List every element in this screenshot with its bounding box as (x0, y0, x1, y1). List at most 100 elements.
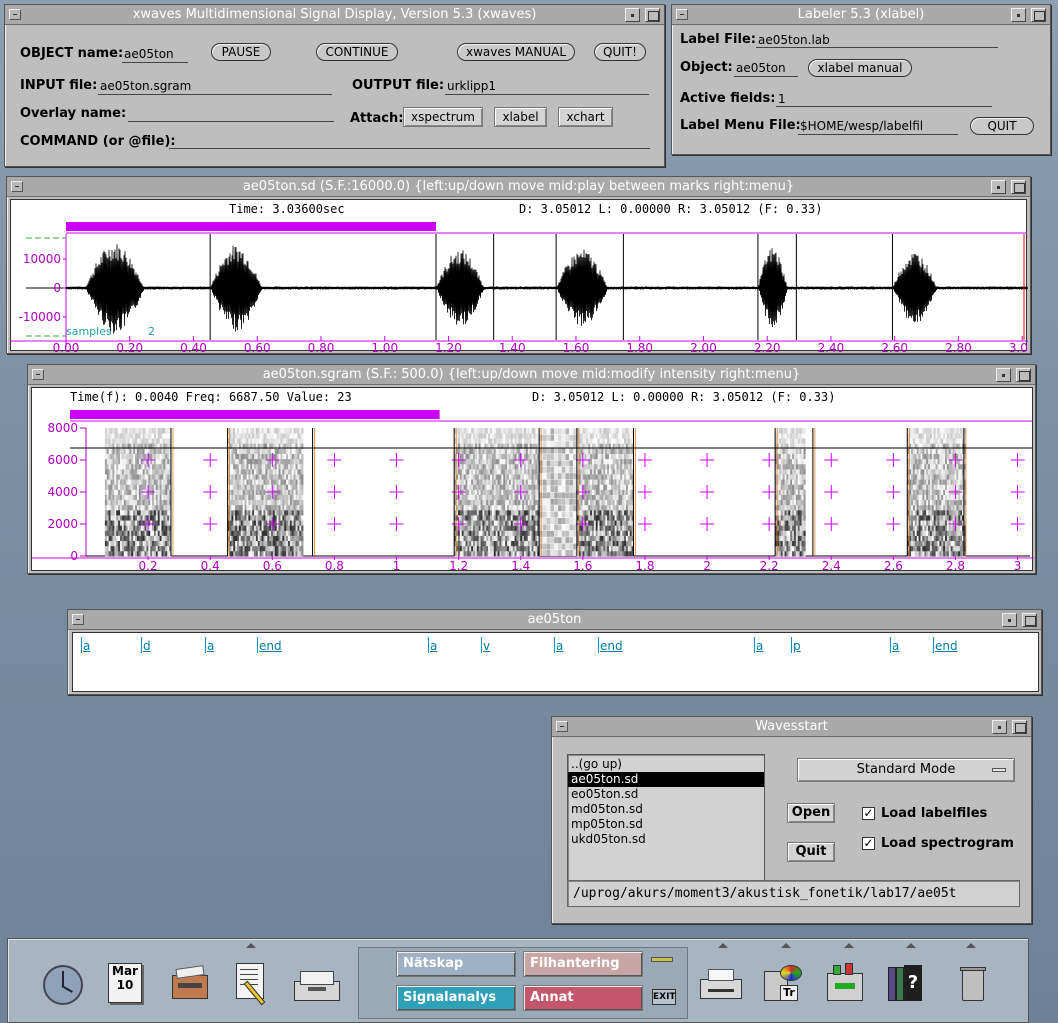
spectrogram-cell (248, 484, 251, 490)
spectrogram-cell (140, 525, 143, 531)
spectrogram-cell (465, 551, 468, 557)
spectrogram-cell (512, 504, 515, 511)
output-file-input[interactable]: urklipp1 (447, 79, 496, 93)
label-menu-file-input[interactable]: $HOME/wesp/labelfil (800, 119, 923, 133)
spectrogram-cell (527, 551, 530, 557)
spectrogram-cell (272, 530, 276, 536)
waveform-plot[interactable]: 100000-10000samples 20.00 0.20 0.40 0.60 0.80… (11, 200, 1028, 352)
spectrogram-cell (584, 433, 587, 439)
window-menu-icon[interactable] (11, 181, 23, 192)
window-menu-icon[interactable] (32, 369, 44, 380)
spectrogram-cell (284, 520, 287, 526)
spectrogram-cell (614, 489, 617, 495)
spectrogram-cell (299, 525, 302, 531)
spectrogram-cell (106, 499, 109, 506)
attach-xspectrum-button[interactable]: xspectrum (403, 107, 483, 127)
window-menu-icon[interactable] (9, 9, 21, 20)
spectrogram-cell (946, 504, 950, 511)
input-file-input[interactable]: ae05ton.sgram (100, 79, 191, 93)
spectrogram-cell (495, 499, 498, 506)
attach-xchart-button[interactable]: xchart (558, 107, 613, 127)
spectrogram-cell (535, 484, 538, 490)
spectrogram-cell (471, 494, 474, 501)
spectrogram-cell (801, 530, 804, 536)
labeler-quit-button[interactable]: QUIT (970, 117, 1034, 135)
spectrogram-cell (163, 453, 166, 460)
spectrogram-cell (114, 474, 117, 480)
spectrogram-cell (486, 551, 489, 557)
attach-xlabel-button[interactable]: xlabel (494, 107, 547, 127)
spectrogram-cell (165, 499, 168, 506)
command-input[interactable] (169, 148, 650, 149)
minimize-icon[interactable] (996, 368, 1011, 382)
maximize-icon[interactable] (1031, 8, 1046, 22)
xwaves-manual-button[interactable]: xwaves MANUAL (457, 43, 575, 61)
maximize-icon[interactable] (1011, 180, 1026, 194)
label-file-input[interactable]: ae05ton.lab (758, 33, 830, 47)
spectrogram-cell (488, 484, 491, 490)
spectrogram-cell (624, 428, 627, 434)
xlabel-manual-button[interactable]: xlabel manual (808, 59, 912, 77)
spectrogram-cell (467, 540, 470, 547)
spectrogram-cell (238, 504, 242, 511)
spectrogram-cell (799, 510, 802, 516)
spectrogram-cell (467, 453, 470, 460)
minimize-icon[interactable] (625, 8, 640, 22)
spectrogram-cell (457, 499, 461, 506)
spectrogram-cell (257, 428, 261, 434)
spectrogram-cell (238, 469, 242, 475)
spectrogram-cell (629, 535, 632, 542)
pause-button[interactable]: PAUSE (211, 43, 271, 61)
spectrogram-cell (952, 448, 955, 454)
maximize-icon[interactable] (645, 8, 660, 22)
spectrogram-cell (590, 463, 593, 470)
minimize-icon[interactable] (1011, 8, 1026, 22)
spectrogram-cell (790, 458, 793, 465)
spectrogram-cell (463, 499, 466, 506)
active-fields-input[interactable]: 1 (778, 92, 786, 106)
quit-button[interactable]: QUIT! (594, 43, 646, 61)
spectrogram-cell (138, 474, 142, 480)
spectrogram-cell (231, 515, 234, 521)
spectrogram-cell (276, 504, 279, 511)
spectrogram-cell (274, 551, 277, 557)
spectrogram-cell (946, 535, 950, 542)
continue-button[interactable]: CONTINUE (316, 43, 398, 61)
minimize-icon[interactable] (991, 180, 1006, 194)
spectrogram-cell (945, 479, 948, 485)
spectrogram-cell (469, 458, 472, 465)
spectrogram-cell (288, 545, 291, 552)
spectrogram-titlebar[interactable]: ae05ton.sgram (S.F.: 500.0) {left:up/dow… (28, 365, 1035, 385)
spectrogram-cell (618, 545, 621, 552)
spectrogram-cell (790, 530, 793, 536)
spectrogram-cell (297, 469, 300, 475)
spectrogram-cell (941, 428, 944, 434)
spectrogram-plot[interactable]: 800060004000200000.2 0.4 0.6 0.8 1 1.2 1.4 1.6 1… (32, 388, 1034, 572)
spectrogram-cell (150, 463, 153, 470)
spectrogram-cell (503, 484, 506, 490)
xwaves-titlebar[interactable]: xwaves Multidimensional Signal Display, … (5, 5, 664, 25)
spectrogram-cell (614, 453, 617, 460)
window-menu-icon[interactable] (676, 9, 688, 20)
waveform-panel[interactable]: Time: 3.03600sec D: 3.05012 L: 0.00000 R… (10, 199, 1028, 352)
spectrogram-cell (495, 438, 498, 444)
spectrogram-cell (237, 479, 240, 485)
waveform-titlebar[interactable]: ae05ton.sd (S.F.:16000.0) {left:up/down … (7, 177, 1030, 197)
spectrogram-panel[interactable]: Time(f): 0.0040 Freq: 6687.50 Value: 23 … (31, 387, 1034, 572)
overlay-name-input[interactable] (128, 121, 334, 122)
spectrogram-cell (514, 453, 517, 460)
spectrogram-cell (459, 510, 463, 516)
spectrogram-cell (922, 453, 925, 460)
spectrogram-cell (244, 453, 247, 460)
labeler-titlebar[interactable]: Labeler 5.3 (xlabel) (672, 5, 1050, 25)
spectrogram-cell (790, 540, 793, 547)
maximize-icon[interactable] (1016, 368, 1031, 382)
spectrogram-cell (159, 540, 162, 547)
spectrogram-cell (584, 484, 587, 490)
spectrogram-cell (614, 530, 617, 536)
spectrogram-cell (121, 484, 125, 490)
spectrogram-cell (144, 428, 147, 434)
spectrogram-cell (510, 499, 513, 506)
object-input[interactable]: ae05ton (736, 61, 786, 75)
object-name-input[interactable]: ae05ton (124, 47, 174, 61)
